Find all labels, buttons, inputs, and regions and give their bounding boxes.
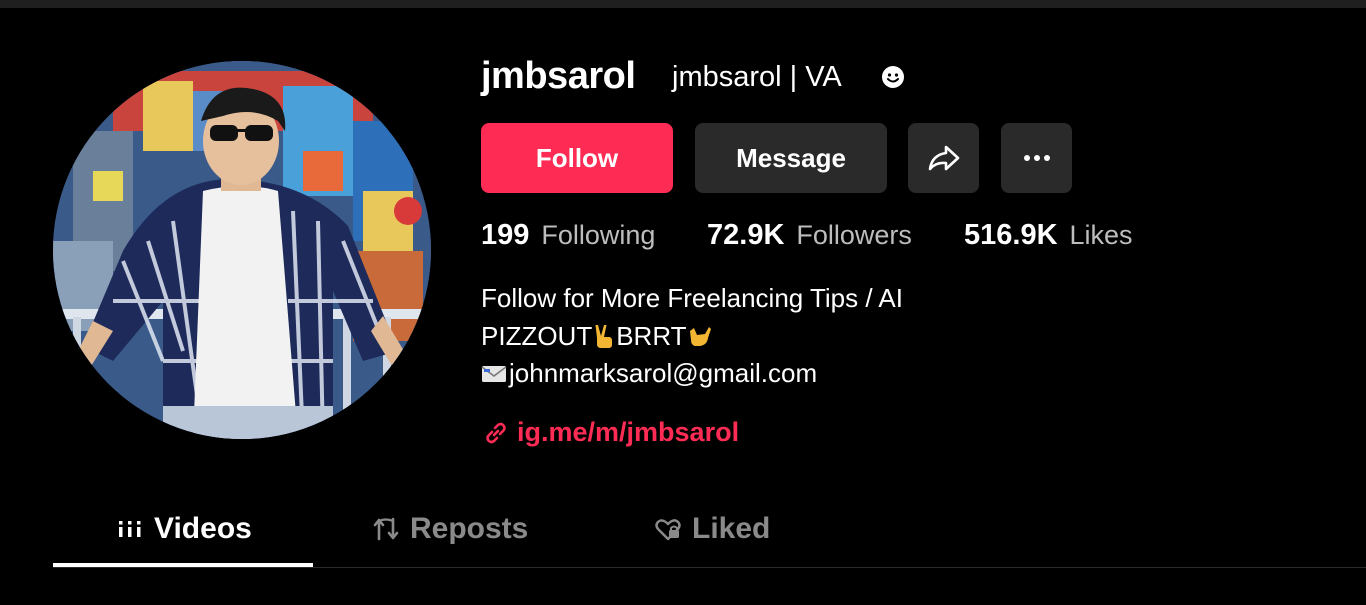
bio-text-brrt: BRRT [616, 321, 687, 351]
tab-reposts-label: Reposts [410, 512, 529, 545]
following-stat[interactable]: 199 Following [481, 219, 655, 259]
call-me-hand-icon [689, 327, 711, 346]
victory-hand-icon [595, 325, 613, 348]
bio-line-3: johnmarksarol@gmail.com [481, 356, 817, 390]
tab-videos-label: Videos [154, 512, 252, 545]
top-bar-strip [0, 0, 1366, 8]
likes-stat: 516.9K Likes [964, 219, 1133, 259]
follow-button[interactable]: Follow [481, 123, 673, 193]
heart-lock-icon [655, 519, 681, 541]
grid-bars-icon [119, 521, 141, 537]
likes-count: 516.9K [964, 219, 1058, 251]
link-chain-icon [486, 422, 506, 443]
tabs-divider [53, 567, 1366, 568]
profile-link[interactable]: ig.me/m/jmbsarol [483, 417, 739, 448]
profile-nickname: jmbsarol | VA [672, 61, 842, 93]
likes-label: Likes [1069, 220, 1133, 250]
followers-label: Followers [796, 220, 912, 250]
tab-reposts[interactable]: Reposts [372, 505, 528, 553]
bio-text-pizzout: PIZZOUT [481, 321, 593, 351]
bio-line-1: Follow for More Freelancing Tips / AI [481, 283, 903, 313]
profile-avatar[interactable] [53, 61, 431, 439]
followers-count: 72.9K [707, 219, 785, 251]
tab-videos[interactable]: Videos [116, 505, 252, 553]
avatar-image [53, 61, 431, 439]
tab-liked[interactable]: Liked [654, 505, 770, 553]
profile-username: jmbsarol [481, 55, 636, 97]
message-button[interactable]: Message [695, 123, 887, 193]
bio-email[interactable]: johnmarksarol@gmail.com [509, 358, 817, 388]
bio-line-2: PIZZOUT BRRT [481, 319, 711, 353]
more-options-button[interactable] [1001, 123, 1072, 193]
repost-arrows-icon [373, 517, 399, 541]
smiley-badge-icon [882, 66, 904, 88]
tab-liked-label: Liked [692, 512, 771, 545]
envelope-icon [481, 366, 507, 382]
followers-stat[interactable]: 72.9K Followers [707, 219, 912, 259]
following-label: Following [541, 220, 656, 250]
profile-link-text[interactable]: ig.me/m/jmbsarol [517, 417, 739, 448]
share-button[interactable] [908, 123, 979, 193]
following-count: 199 [481, 219, 530, 251]
more-dots-icon [1023, 155, 1050, 161]
profile-page: jmbsarol jmbsarol | VA Follow Message 19… [0, 0, 1366, 605]
share-arrow-icon [928, 145, 959, 171]
